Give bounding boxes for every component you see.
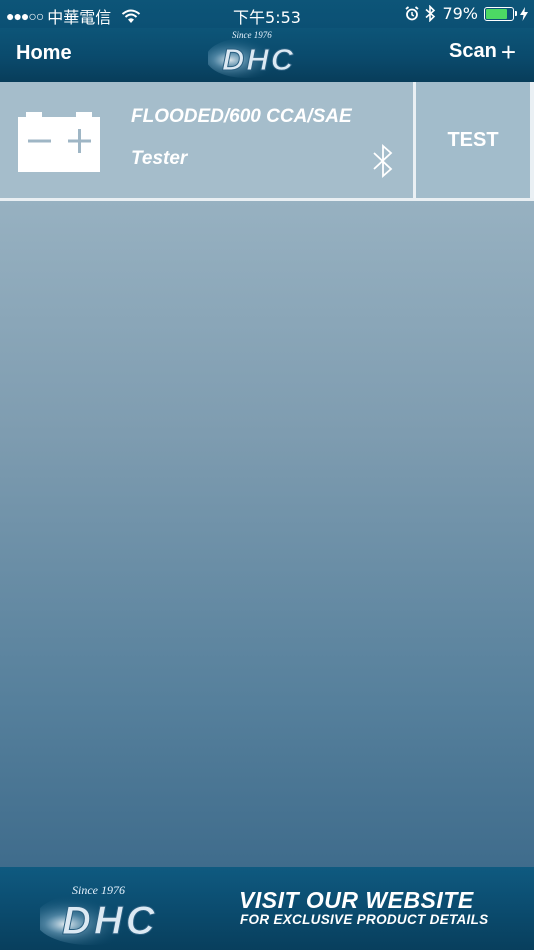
device-list-area — [0, 201, 534, 867]
battery-icon — [484, 6, 517, 21]
battery-icon-tile — [18, 112, 100, 172]
battery-type-label: FLOODED/600 CCA/SAE — [131, 106, 352, 127]
alarm-icon — [405, 6, 419, 21]
banner-title: VISIT OUR WEBSITE — [239, 887, 474, 913]
logo-since-text: Since 1976 — [232, 30, 272, 40]
scan-button[interactable]: Scan + — [449, 36, 516, 67]
banner-since-text: Since 1976 — [72, 883, 125, 897]
device-list-item[interactable]: FLOODED/600 CCA/SAE Tester TEST — [0, 82, 534, 201]
status-bar: ●●●○○ 中華電信 下午5:53 79% — [0, 0, 534, 28]
navigation-bar: Home Since 1976 DHC Scan + — [0, 28, 534, 82]
dhc-logo: Since 1976 DHC — [208, 30, 295, 78]
bluetooth-status-icon — [425, 5, 436, 22]
logo-brand-text: DHC — [222, 42, 295, 77]
row-edge — [530, 82, 534, 198]
battery-percent: 79% — [442, 4, 478, 23]
scan-label: Scan — [449, 40, 497, 62]
charging-icon — [520, 6, 528, 21]
plus-icon: + — [500, 36, 516, 67]
test-button[interactable]: TEST — [416, 82, 530, 198]
banner-dhc-logo: Since 1976 DHC — [40, 883, 158, 945]
bluetooth-icon — [373, 144, 393, 178]
home-button[interactable]: Home — [16, 42, 72, 65]
device-name-label: Tester — [131, 148, 188, 169]
website-banner[interactable]: Since 1976 DHC VISIT OUR WEBSITE FOR EXC… — [0, 867, 534, 950]
banner-subtitle: FOR EXCLUSIVE PRODUCT DETAILS — [240, 912, 489, 927]
battery-level-fill — [486, 8, 507, 19]
banner-brand-text: DHC — [62, 899, 158, 943]
status-bar-right: 79% — [405, 4, 528, 23]
